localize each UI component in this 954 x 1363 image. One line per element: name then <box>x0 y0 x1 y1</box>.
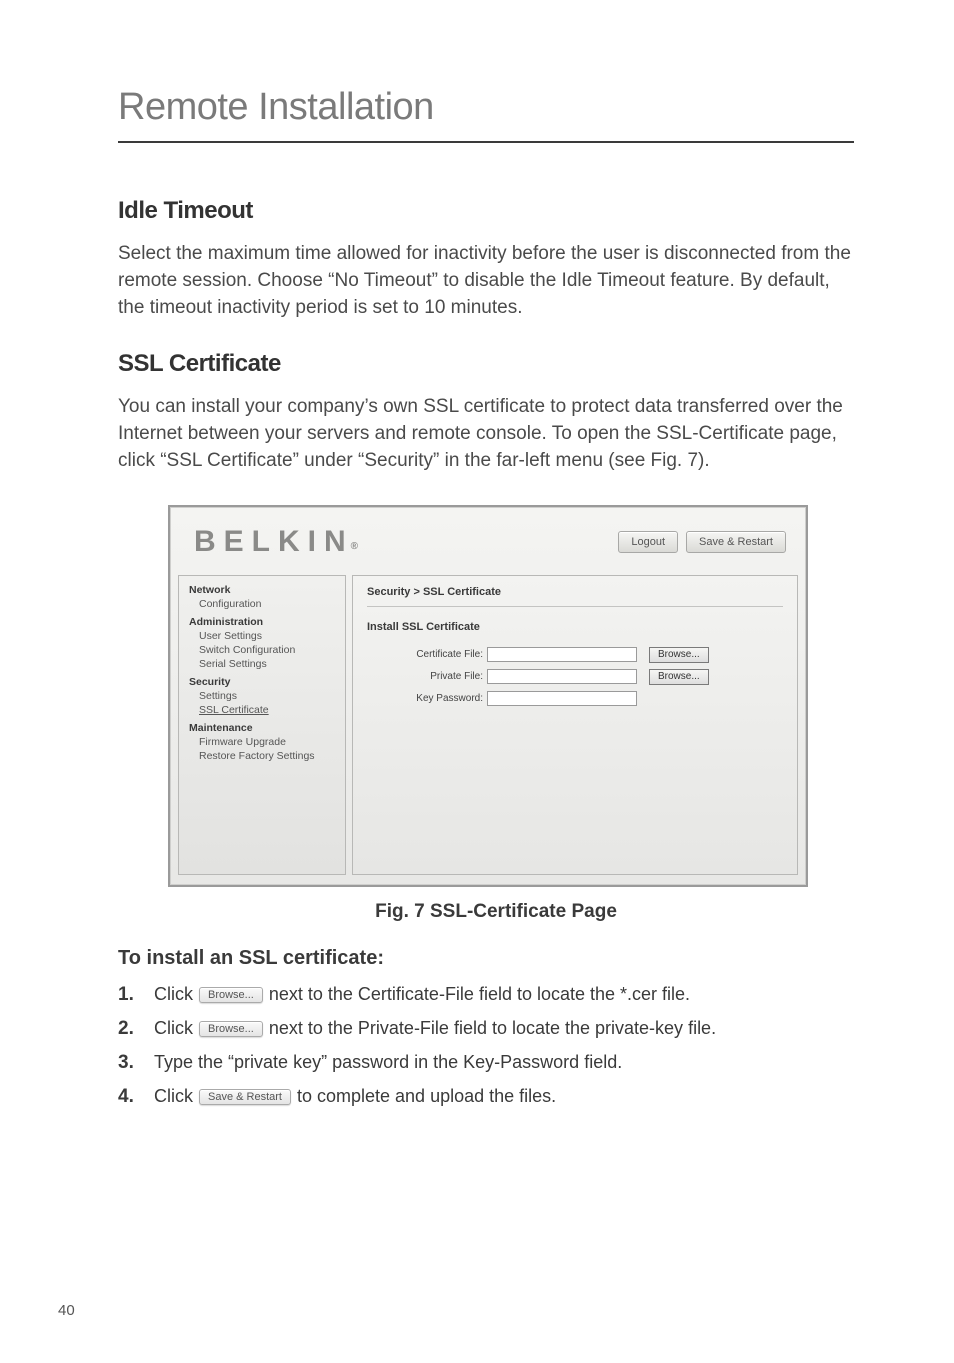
save-restart-button[interactable]: Save & Restart <box>686 531 786 553</box>
step-3-text: Type the “private key” password in the K… <box>154 1052 622 1073</box>
page-number: 40 <box>58 1302 75 1319</box>
label-private-file: Private File: <box>367 671 487 682</box>
section-idle-timeout-heading: Idle Timeout <box>118 197 854 225</box>
belkin-logo: BELKIN® <box>194 525 358 559</box>
sidebar-item-ssl-certificate[interactable]: SSL Certificate <box>199 704 335 716</box>
step-3: 3. Type the “private key” password in th… <box>118 1052 854 1074</box>
sidebar-item-switch-configuration[interactable]: Switch Configuration <box>199 644 335 656</box>
step-1-number: 1. <box>118 984 154 1006</box>
input-certificate-file[interactable] <box>487 647 637 662</box>
input-key-password[interactable] <box>487 691 637 706</box>
main-panel: Security > SSL Certificate Install SSL C… <box>352 575 798 875</box>
step-2-post: next to the Private-File field to locate… <box>269 1018 716 1039</box>
step-1: 1. Click Browse... next to the Certifica… <box>118 984 854 1006</box>
row-key-password: Key Password: <box>367 691 783 706</box>
step-3-pre: Type the “private key” password in the K… <box>154 1052 622 1073</box>
row-private-file: Private File: Browse... <box>367 669 783 685</box>
section-idle-timeout-body: Select the maximum time allowed for inac… <box>118 241 854 322</box>
sidebar-group-security[interactable]: Security <box>189 676 335 688</box>
browse-button-inline: Browse... <box>199 1021 263 1037</box>
step-1-post: next to the Certificate-File field to lo… <box>269 984 690 1005</box>
row-certificate-file: Certificate File: Browse... <box>367 647 783 663</box>
figure-7: BELKIN® Logout Save & Restart Network Co… <box>168 505 824 923</box>
screenshot-body: Network Configuration Administration Use… <box>170 575 806 885</box>
browse-certificate-button[interactable]: Browse... <box>649 647 709 663</box>
step-3-number: 3. <box>118 1052 154 1074</box>
step-2: 2. Click Browse... next to the Private-F… <box>118 1018 854 1040</box>
step-4: 4. Click Save & Restart to complete and … <box>118 1086 854 1108</box>
sidebar-group-maintenance[interactable]: Maintenance <box>189 722 335 734</box>
install-heading: To install an SSL certificate: <box>118 947 854 970</box>
step-4-number: 4. <box>118 1086 154 1108</box>
step-4-post: to complete and upload the files. <box>297 1086 556 1107</box>
sidebar: Network Configuration Administration Use… <box>178 575 346 875</box>
sidebar-item-settings[interactable]: Settings <box>199 690 335 702</box>
sidebar-item-serial-settings[interactable]: Serial Settings <box>199 658 335 670</box>
browse-private-button[interactable]: Browse... <box>649 669 709 685</box>
step-1-text: Click Browse... next to the Certificate-… <box>154 984 690 1005</box>
sidebar-group-administration[interactable]: Administration <box>189 616 335 628</box>
logo-text: BELKIN <box>194 525 354 558</box>
breadcrumb-rule <box>367 606 783 607</box>
logout-button[interactable]: Logout <box>618 531 678 553</box>
step-1-pre: Click <box>154 984 193 1005</box>
sidebar-item-user-settings[interactable]: User Settings <box>199 630 335 642</box>
section-ssl-cert-heading: SSL Certificate <box>118 350 854 378</box>
figure-caption: Fig. 7 SSL-Certificate Page <box>168 901 824 923</box>
sidebar-item-restore-factory[interactable]: Restore Factory Settings <box>199 750 335 762</box>
step-4-pre: Click <box>154 1086 193 1107</box>
section-ssl-cert-body: You can install your company’s own SSL c… <box>118 394 854 475</box>
label-certificate-file: Certificate File: <box>367 649 487 660</box>
step-2-number: 2. <box>118 1018 154 1040</box>
form-title: Install SSL Certificate <box>367 621 783 633</box>
label-key-password: Key Password: <box>367 693 487 704</box>
step-2-pre: Click <box>154 1018 193 1039</box>
input-private-file[interactable] <box>487 669 637 684</box>
step-4-text: Click Save & Restart to complete and upl… <box>154 1086 556 1107</box>
logo-registered-icon: ® <box>351 541 358 552</box>
sidebar-group-network[interactable]: Network <box>189 584 335 596</box>
header-buttons: Logout Save & Restart <box>618 531 786 553</box>
breadcrumb: Security > SSL Certificate <box>367 586 783 598</box>
chapter-title: Remote Installation <box>118 86 854 129</box>
chapter-rule <box>118 141 854 143</box>
screenshot-frame: BELKIN® Logout Save & Restart Network Co… <box>168 505 808 887</box>
browse-button-inline: Browse... <box>199 987 263 1003</box>
step-2-text: Click Browse... next to the Private-File… <box>154 1018 716 1039</box>
sidebar-item-configuration[interactable]: Configuration <box>199 598 335 610</box>
screenshot-header: BELKIN® Logout Save & Restart <box>170 507 806 575</box>
sidebar-item-firmware-upgrade[interactable]: Firmware Upgrade <box>199 736 335 748</box>
save-restart-button-inline: Save & Restart <box>199 1089 291 1105</box>
install-steps: 1. Click Browse... next to the Certifica… <box>118 984 854 1108</box>
